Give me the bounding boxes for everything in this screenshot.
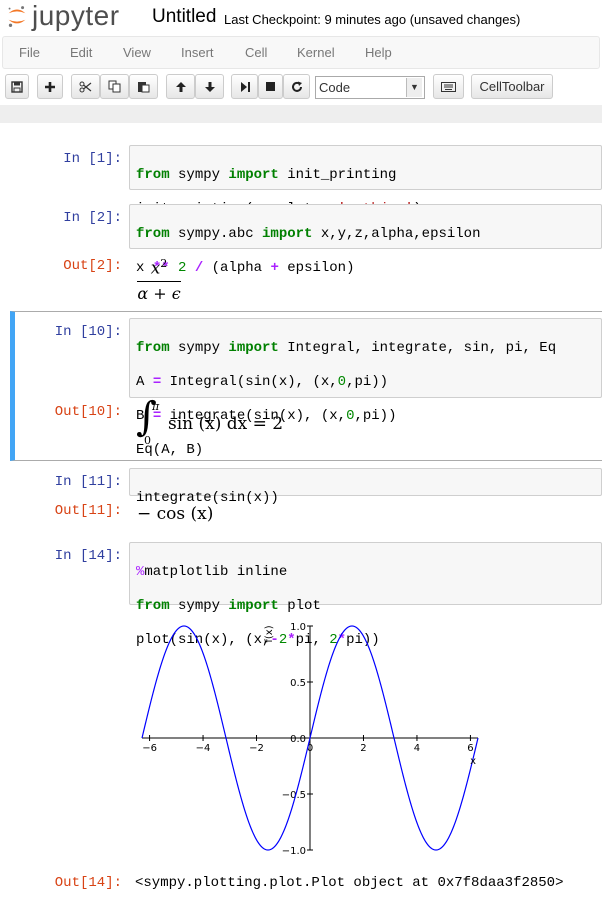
dropdown-arrow-icon: ▼ — [406, 78, 422, 97]
x-tick-label: 6 — [467, 743, 473, 754]
toolbar: CellToolbar — [0, 72, 602, 102]
interrupt-button[interactable] — [258, 74, 283, 99]
x-axis-label: x — [470, 756, 476, 767]
logo-text: jupyter — [32, 0, 120, 31]
checkpoint-status: Last Checkpoint: 9 minutes ago (unsaved … — [224, 12, 521, 27]
refresh-icon — [291, 81, 302, 92]
arrow-up-icon — [175, 81, 186, 92]
menu-bar: File Edit View Insert Cell Kernel Help — [2, 36, 600, 69]
keyboard-icon — [441, 81, 456, 92]
cell-type-select[interactable]: Code ▼ — [315, 76, 425, 99]
paste-icon — [138, 82, 150, 93]
command-palette-button[interactable] — [433, 74, 464, 99]
insert-cell-button[interactable] — [37, 74, 63, 99]
code-input[interactable]: integrate(sin(x)) — [129, 468, 602, 506]
math-fraction-output: x2 α + ϵ — [135, 254, 183, 304]
plus-icon — [45, 81, 55, 92]
notebook-title[interactable]: Untitled — [152, 6, 216, 28]
sine-plot: −6 −4 −2 0 2 4 61.00.50.0−0.5−1.0xf(x) — [141, 622, 479, 857]
code-line: from sympy import Integral, integrate, s… — [136, 340, 557, 356]
x-tick-label: 2 — [360, 743, 366, 754]
menu-file[interactable]: File — [19, 37, 40, 68]
move-down-button[interactable] — [195, 74, 224, 99]
code-input[interactable]: from sympy import Integral, integrate, s… — [129, 318, 602, 458]
y-tick-label: 0.5 — [290, 678, 306, 689]
fraction-denominator: α + ϵ — [137, 283, 181, 303]
notebook-top-band — [0, 105, 602, 123]
copy-button[interactable] — [100, 74, 129, 99]
code-line: from sympy import init_printing — [136, 167, 397, 183]
x-tick-label: −6 — [142, 743, 157, 754]
code-line: %matplotlib inline — [136, 564, 288, 580]
in-prompt: In [11]: — [54, 474, 122, 490]
plot-object-repr: <sympy.plotting.plot.Plot object at 0x7f… — [135, 875, 564, 891]
x-tick-label: 4 — [414, 743, 420, 754]
menu-edit[interactable]: Edit — [70, 37, 92, 68]
in-prompt: In [2]: — [63, 210, 122, 226]
out-prompt: Out[14]: — [54, 875, 122, 891]
x-tick-label: −4 — [196, 743, 211, 754]
fraction-numerator: x2 — [150, 257, 168, 279]
math-cos-output: − cos (x) — [137, 504, 214, 524]
move-up-button[interactable] — [166, 74, 195, 99]
code-input[interactable]: %matplotlib inline from sympy import plo… — [129, 542, 602, 648]
celltoolbar-button[interactable]: CellToolbar — [471, 74, 553, 99]
code-line: x ** 2 / (alpha + epsilon) — [136, 260, 355, 276]
y-tick-label: −1.0 — [282, 846, 306, 857]
integral-upper-limit: π — [152, 400, 160, 413]
cell-type-value: Code — [319, 80, 351, 95]
in-prompt: In [14]: — [54, 548, 122, 564]
integral-body: sin (x) dx = 2 — [168, 414, 284, 434]
jupyter-logo-icon — [8, 6, 26, 27]
arrow-down-icon — [204, 81, 215, 92]
run-button[interactable] — [231, 74, 258, 99]
out-prompt: Out[2]: — [63, 258, 122, 274]
menu-cell[interactable]: Cell — [245, 37, 267, 68]
save-button[interactable] — [5, 74, 29, 99]
y-axis-label: f(x) — [264, 625, 275, 642]
in-prompt: In [1]: — [63, 151, 122, 167]
jupyter-logo[interactable]: jupyter — [6, 0, 120, 32]
stop-icon — [266, 82, 275, 91]
integral-lower-limit: 0 — [144, 434, 151, 447]
save-icon — [11, 80, 23, 93]
header: jupyter Untitled Last Checkpoint: 9 minu… — [0, 0, 602, 36]
out-prompt: Out[11]: — [54, 503, 122, 519]
restart-button[interactable] — [283, 74, 310, 99]
y-tick-label: 0.0 — [290, 734, 306, 745]
step-forward-icon — [240, 81, 250, 92]
math-integral-output: ∫ π 0 sin (x) dx = 2 — [136, 394, 336, 450]
paste-button[interactable] — [129, 74, 158, 99]
code-line: A = Integral(sin(x), (x,0,pi)) — [136, 374, 389, 390]
menu-kernel[interactable]: Kernel — [297, 37, 335, 68]
fraction-bar — [137, 280, 181, 282]
cut-button[interactable] — [71, 74, 100, 99]
y-tick-label: −0.5 — [282, 790, 306, 801]
code-line: from sympy.abc import x,y,z,alpha,epsilo… — [136, 226, 481, 242]
code-line: from sympy import plot — [136, 598, 321, 614]
scissors-icon — [79, 81, 92, 92]
code-input[interactable]: from sympy import init_printing init_pri… — [129, 145, 602, 217]
y-tick-label: 1.0 — [290, 622, 306, 633]
menu-help[interactable]: Help — [365, 37, 392, 68]
code-input[interactable]: from sympy.abc import x,y,z,alpha,epsilo… — [129, 204, 602, 276]
copy-icon — [108, 80, 121, 93]
menu-view[interactable]: View — [123, 37, 151, 68]
out-prompt: Out[10]: — [54, 404, 122, 420]
menu-insert[interactable]: Insert — [181, 37, 214, 68]
in-prompt: In [10]: — [54, 324, 122, 340]
x-tick-label: −2 — [249, 743, 264, 754]
